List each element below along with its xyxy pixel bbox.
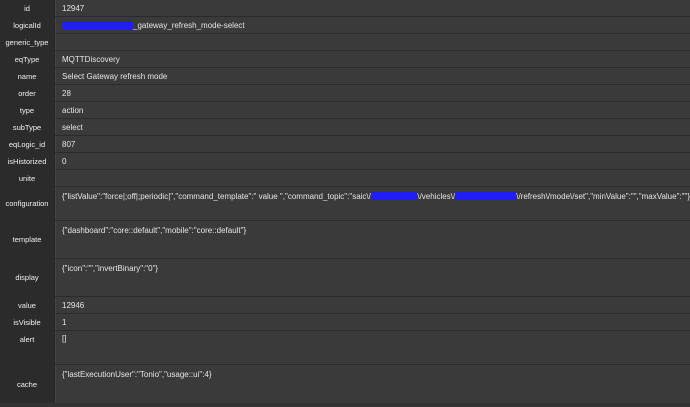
label-cache: cache: [0, 365, 55, 403]
row-isvisible: isVisible 1: [0, 314, 690, 331]
value-cache: {"lastExecutionUser":"Tonio","usage::ui"…: [55, 365, 690, 403]
value-eqtype: MQTTDiscovery: [55, 51, 690, 67]
label-generic-type: generic_type: [0, 34, 55, 50]
configuration-text-2: \/vehicles\/: [417, 192, 456, 201]
row-generic-type: generic_type: [0, 34, 690, 51]
label-ishistorized: isHistorized: [0, 153, 55, 169]
row-order: order 28: [0, 85, 690, 102]
label-type: type: [0, 102, 55, 118]
row-name: name Select Gateway refresh mode: [0, 68, 690, 85]
row-configuration: configuration {"listValue":"force|;off|;…: [0, 187, 690, 221]
command-properties-table: id 12947 logicalId _gateway_refresh_mode…: [0, 0, 690, 403]
row-eqlogic-id: eqLogic_id 807: [0, 136, 690, 153]
value-template: {"dashboard":"core::default","mobile":"c…: [55, 221, 690, 258]
label-id: id: [0, 0, 55, 16]
value-name: Select Gateway refresh mode: [55, 68, 690, 84]
label-eqtype: eqType: [0, 51, 55, 67]
label-eqlogic-id: eqLogic_id: [0, 136, 55, 152]
value-generic-type: [55, 34, 690, 50]
value-id: 12947: [55, 0, 690, 16]
label-isvisible: isVisible: [0, 314, 55, 330]
value-ishistorized: 0: [55, 153, 690, 169]
value-subtype: select: [55, 119, 690, 135]
row-cache: cache {"lastExecutionUser":"Tonio","usag…: [0, 365, 690, 403]
configuration-text-3: \/refresh\/mode\/set","minValue":"","max…: [516, 192, 690, 201]
label-display: display: [0, 259, 55, 296]
row-eqtype: eqType MQTTDiscovery: [0, 51, 690, 68]
value-logicalid-text: _gateway_refresh_mode-select: [133, 20, 245, 30]
redaction-mark: [370, 192, 418, 200]
value-type: action: [55, 102, 690, 118]
value-display: {"icon":"","invertBinary":"0"}: [55, 259, 690, 296]
value-configuration: {"listValue":"force|;off|;periodic|","co…: [55, 187, 690, 220]
row-type: type action: [0, 102, 690, 119]
value-eqlogic-id: 807: [55, 136, 690, 152]
row-ishistorized: isHistorized 0: [0, 153, 690, 170]
row-display: display {"icon":"","invertBinary":"0"}: [0, 259, 690, 297]
label-name: name: [0, 68, 55, 84]
label-order: order: [0, 85, 55, 101]
value-logicalid: _gateway_refresh_mode-select: [55, 17, 690, 33]
label-subtype: subType: [0, 119, 55, 135]
value-isvisible: 1: [55, 314, 690, 330]
row-template: template {"dashboard":"core::default","m…: [0, 221, 690, 259]
value-alert: []: [55, 331, 690, 364]
row-subtype: subType select: [0, 119, 690, 136]
row-value: value 12946: [0, 297, 690, 314]
label-configuration: configuration: [0, 187, 55, 220]
value-unite: [55, 170, 690, 186]
redaction-mark: [62, 21, 133, 29]
label-value: value: [0, 297, 55, 313]
configuration-text-1: {"listValue":"force|;off|;periodic|","co…: [62, 192, 371, 201]
label-alert: alert: [0, 331, 55, 364]
value-order: 28: [55, 85, 690, 101]
row-id: id 12947: [0, 0, 690, 17]
label-unite: unite: [0, 170, 55, 186]
label-template: template: [0, 221, 55, 258]
row-logicalid: logicalId _gateway_refresh_mode-select: [0, 17, 690, 34]
row-alert: alert []: [0, 331, 690, 365]
row-unite: unite: [0, 170, 690, 187]
redaction-mark: [455, 192, 517, 200]
label-logicalid: logicalId: [0, 17, 55, 33]
value-value: 12946: [55, 297, 690, 313]
